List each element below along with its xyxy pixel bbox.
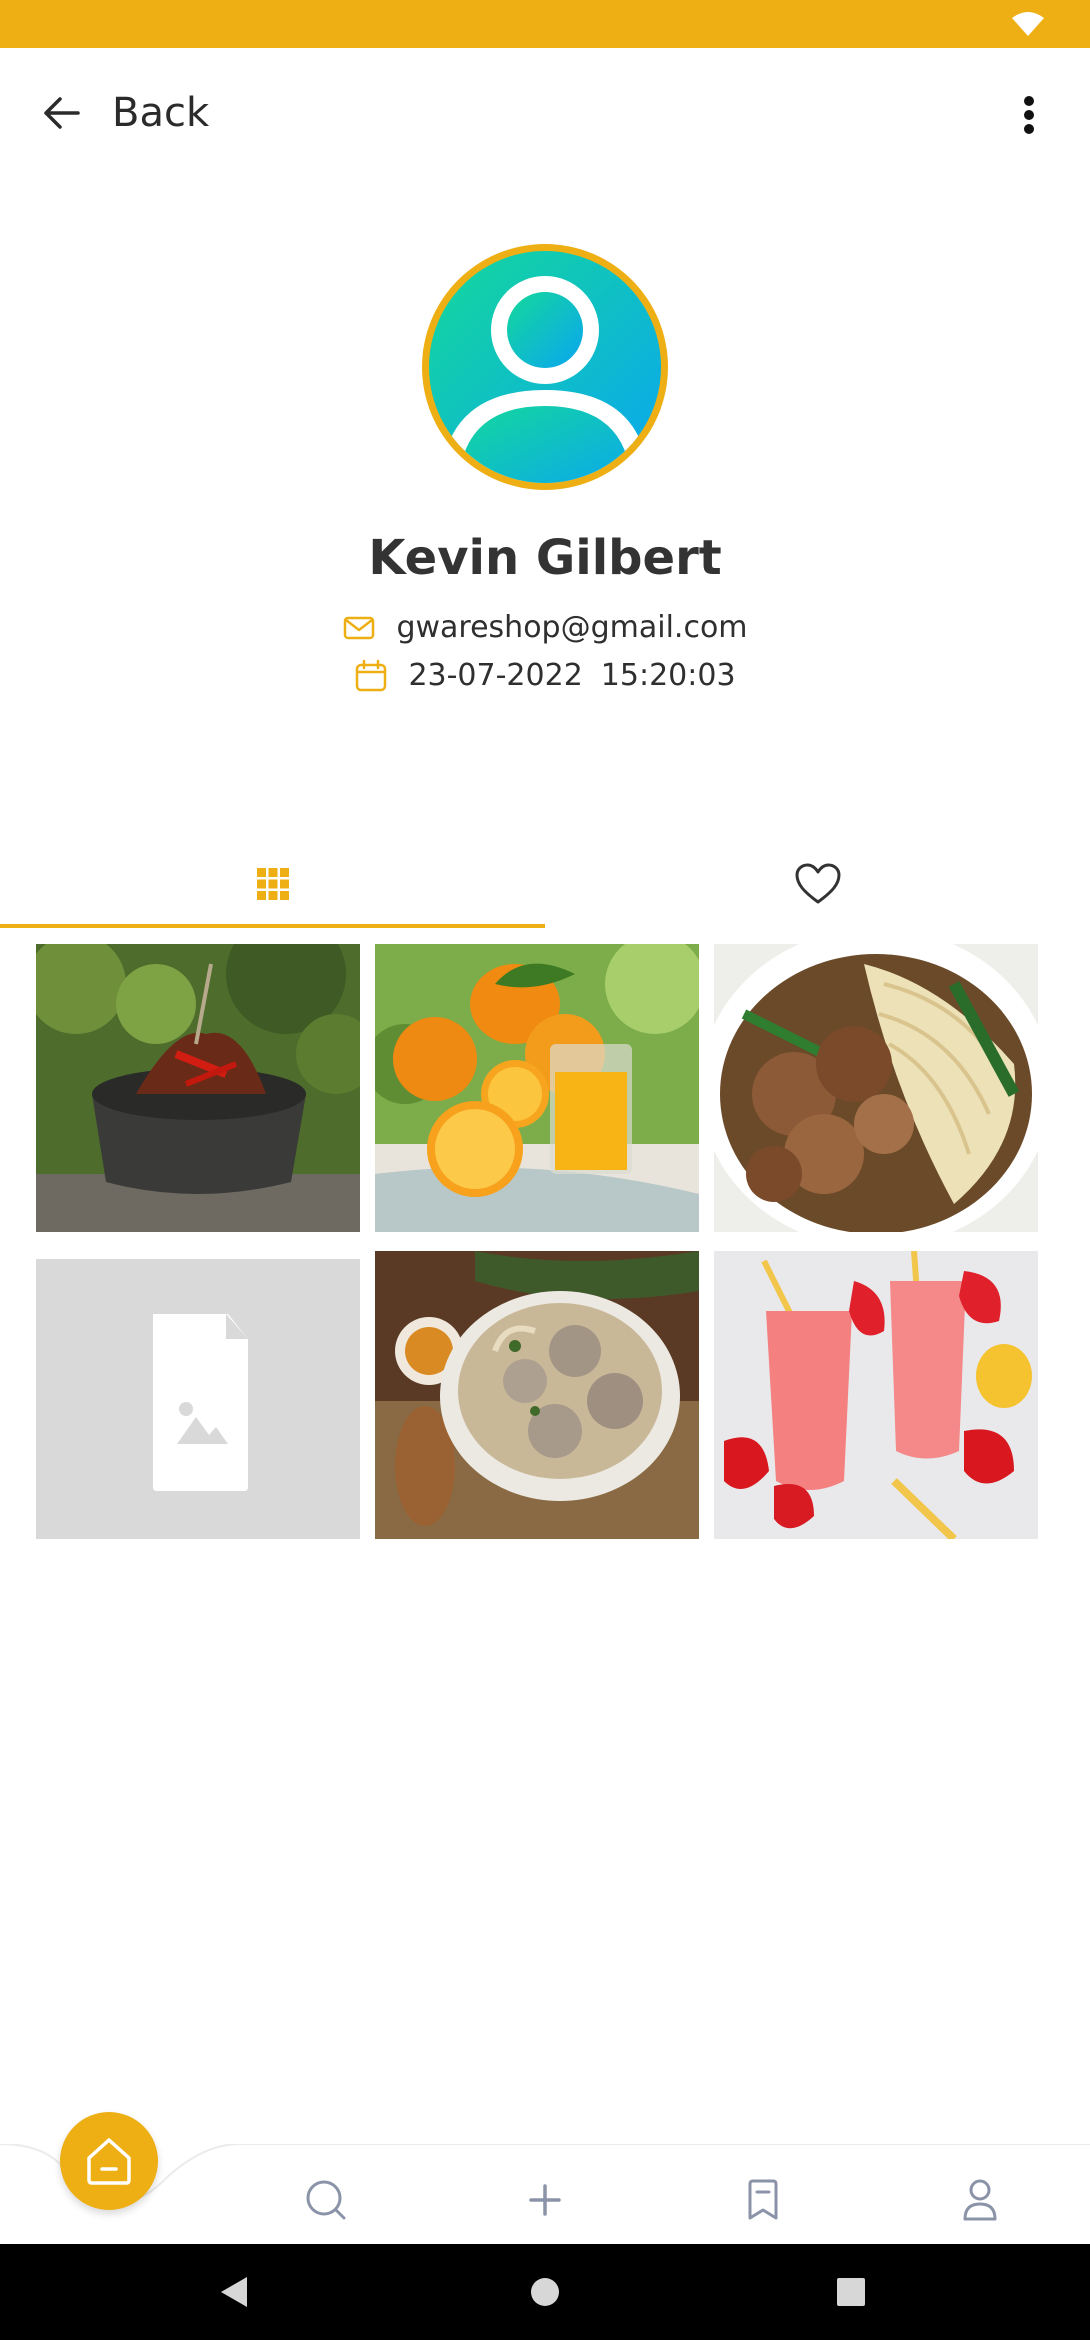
- food-photo: [375, 1251, 699, 1539]
- food-photo: [714, 1251, 1038, 1539]
- image-placeholder-icon: [36, 1259, 360, 1539]
- profile-tabs: [0, 840, 1090, 928]
- triangle-back-icon: [221, 2277, 247, 2307]
- more-vertical-icon: [1024, 96, 1034, 134]
- food-photo: [714, 944, 1038, 1232]
- add-post-nav-button[interactable]: [515, 2170, 575, 2230]
- mail-icon: [344, 616, 375, 639]
- heart-icon: [795, 863, 840, 904]
- food-photo: [375, 944, 699, 1232]
- square-recents-icon: [837, 2278, 865, 2306]
- post-thumbnail[interactable]: [714, 944, 1038, 1232]
- profile-name: Kevin Gilbert: [368, 530, 722, 586]
- system-navigation-bar: [0, 2244, 1090, 2340]
- time-text: 15:20:03: [600, 658, 736, 693]
- email-text: gwareshop@gmail.com: [396, 610, 748, 645]
- tab-posts-grid[interactable]: [0, 840, 545, 928]
- home-nav-button[interactable]: [60, 2112, 158, 2210]
- bookmark-icon: [748, 2179, 778, 2220]
- bookmark-nav-button[interactable]: [733, 2170, 793, 2230]
- email-row: gwareshop@gmail.com: [0, 610, 1090, 645]
- post-thumbnail[interactable]: [375, 944, 699, 1232]
- post-thumbnail[interactable]: [36, 944, 360, 1232]
- post-thumbnail-placeholder[interactable]: [36, 1259, 360, 1539]
- add-icon: [529, 2184, 561, 2216]
- status-bar: [0, 0, 1090, 48]
- circle-home-icon: [531, 2278, 559, 2306]
- grid-icon: [256, 868, 289, 900]
- post-thumbnail[interactable]: [375, 1251, 699, 1539]
- arrow-left-icon: [44, 97, 80, 129]
- date-row: 23-07-2022 15:20:03: [0, 658, 1090, 693]
- food-photo: [36, 944, 360, 1232]
- profile-nav-button[interactable]: [950, 2170, 1010, 2230]
- avatar: [422, 244, 668, 490]
- active-tab-indicator: [0, 924, 545, 928]
- more-options-button[interactable]: [1006, 88, 1052, 142]
- home-icon: [87, 2138, 131, 2185]
- calendar-icon: [356, 659, 387, 691]
- app-bar: Back: [0, 48, 1090, 178]
- back-button[interactable]: Back: [40, 86, 209, 140]
- system-recents-button[interactable]: [827, 2268, 875, 2316]
- search-nav-button[interactable]: [296, 2170, 356, 2230]
- search-icon: [306, 2180, 346, 2220]
- date-text: 23-07-2022: [408, 658, 583, 693]
- system-back-button[interactable]: [210, 2268, 258, 2316]
- system-home-button[interactable]: [521, 2268, 569, 2316]
- profile-icon: [963, 2179, 997, 2221]
- wifi-icon: [1012, 12, 1044, 36]
- tab-liked[interactable]: [545, 840, 1090, 928]
- post-thumbnail[interactable]: [714, 1251, 1038, 1539]
- back-label: Back: [112, 90, 210, 136]
